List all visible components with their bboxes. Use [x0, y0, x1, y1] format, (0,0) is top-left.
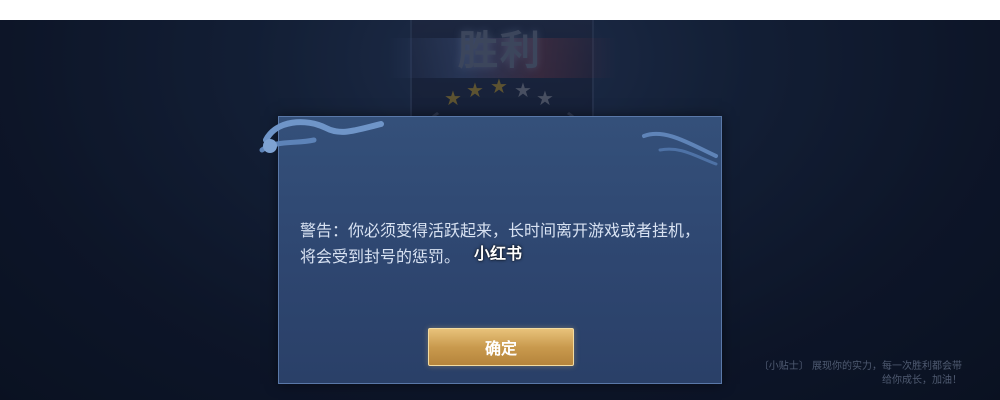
- confirm-button[interactable]: 确定: [428, 328, 574, 366]
- xiaohongshu-watermark: 小红书: [474, 244, 523, 263]
- cloud-decoration-icon: [642, 131, 718, 166]
- cloud-decoration-icon: [259, 119, 384, 153]
- tips-text: 〔小贴士〕 展现你的实力，每一次胜利都会带给你成长，加油！: [758, 361, 962, 386]
